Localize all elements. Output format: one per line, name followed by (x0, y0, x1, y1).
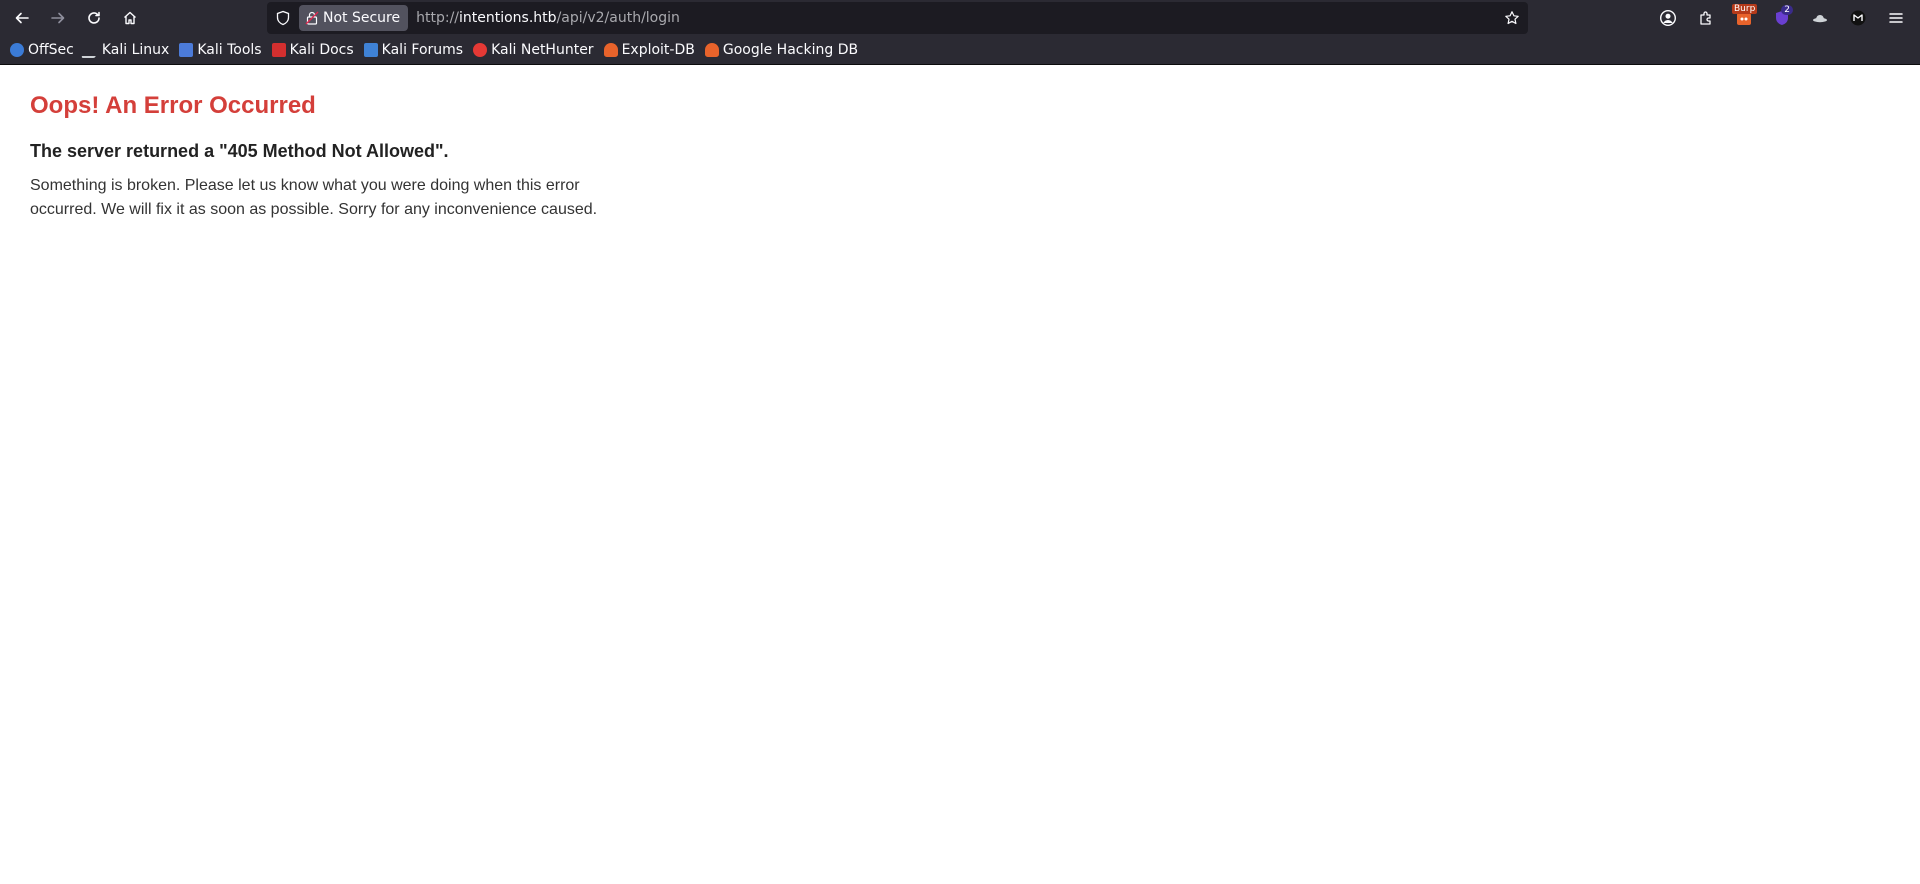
bookmark-label: Kali Forums (381, 42, 464, 58)
exploit-db-icon (603, 43, 618, 57)
back-icon[interactable] (8, 4, 36, 32)
bookmark-ghdb[interactable]: Google Hacking DB (704, 42, 859, 58)
tracking-protection-icon[interactable] (273, 8, 293, 28)
security-label: Not Secure (323, 10, 401, 26)
bookmark-kali-linux[interactable]: Kali Linux (80, 42, 170, 58)
burp-badge: Burp (1732, 4, 1758, 14)
bookmarks-toolbar: OffSec Kali Linux Kali Tools Kali Docs K… (0, 36, 1920, 64)
bookmark-label: Kali NetHunter (491, 42, 594, 58)
error-subtitle: The server returned a "405 Method Not Al… (30, 141, 449, 161)
account-icon[interactable] (1654, 4, 1682, 32)
page-content: Oops! An Error Occurred The server retur… (0, 65, 1920, 248)
url-text[interactable]: http://intentions.htb/api/v2/auth/login (416, 10, 680, 26)
bookmark-kali-nethunter[interactable]: Kali NetHunter (473, 42, 594, 58)
bookmark-kali-tools[interactable]: Kali Tools (179, 42, 262, 58)
error-body: Something is broken. Please let us know … (30, 177, 598, 218)
browser-chrome: Not Secure http://intentions.htb/api/v2/… (0, 0, 1920, 65)
bookmark-offsec[interactable]: OffSec (10, 42, 74, 58)
metamask-icon[interactable] (1844, 4, 1872, 32)
toolbar-extensions: Burp 2 (1654, 0, 1920, 36)
insecure-lock-icon (305, 11, 319, 25)
bookmark-label: Kali Tools (197, 42, 262, 58)
hat-icon[interactable] (1806, 4, 1834, 32)
home-icon[interactable] (116, 4, 144, 32)
burp-icon[interactable]: Burp (1730, 4, 1758, 32)
bookmark-kali-forums[interactable]: Kali Forums (363, 42, 464, 58)
kali-nethunter-icon (473, 43, 488, 57)
not-secure-badge[interactable]: Not Secure (299, 5, 409, 31)
bookmark-label: Kali Linux (101, 42, 170, 58)
ghdb-icon (704, 43, 719, 57)
kali-forums-icon (363, 43, 378, 57)
extensions-icon[interactable] (1692, 4, 1720, 32)
url-bar[interactable]: Not Secure http://intentions.htb/api/v2/… (267, 2, 1528, 34)
url-host: intentions.htb (459, 10, 557, 26)
offsec-icon (10, 43, 24, 57)
bookmark-label: Kali Docs (289, 42, 354, 58)
kali-docs-icon (271, 43, 286, 57)
bookmark-exploit-db[interactable]: Exploit-DB (603, 42, 695, 58)
bookmark-label: OffSec (28, 42, 74, 58)
url-path: /api/v2/auth/login (556, 10, 680, 26)
ublock-badge: 2 (1781, 5, 1793, 15)
ublock-icon[interactable]: 2 (1768, 4, 1796, 32)
url-scheme: http:// (416, 10, 459, 26)
forward-icon[interactable] (44, 4, 72, 32)
menu-icon[interactable] (1882, 4, 1910, 32)
navigation-toolbar: Not Secure http://intentions.htb/api/v2/… (0, 0, 1920, 36)
kali-tools-icon (179, 43, 194, 57)
error-title: Oops! An Error Occurred (30, 92, 316, 119)
kali-linux-icon (80, 42, 101, 58)
bookmark-star-icon[interactable] (1504, 10, 1520, 26)
bookmark-kali-docs[interactable]: Kali Docs (271, 42, 354, 58)
bookmark-label: Google Hacking DB (722, 42, 859, 58)
reload-icon[interactable] (80, 4, 108, 32)
bookmark-label: Exploit-DB (621, 42, 695, 58)
